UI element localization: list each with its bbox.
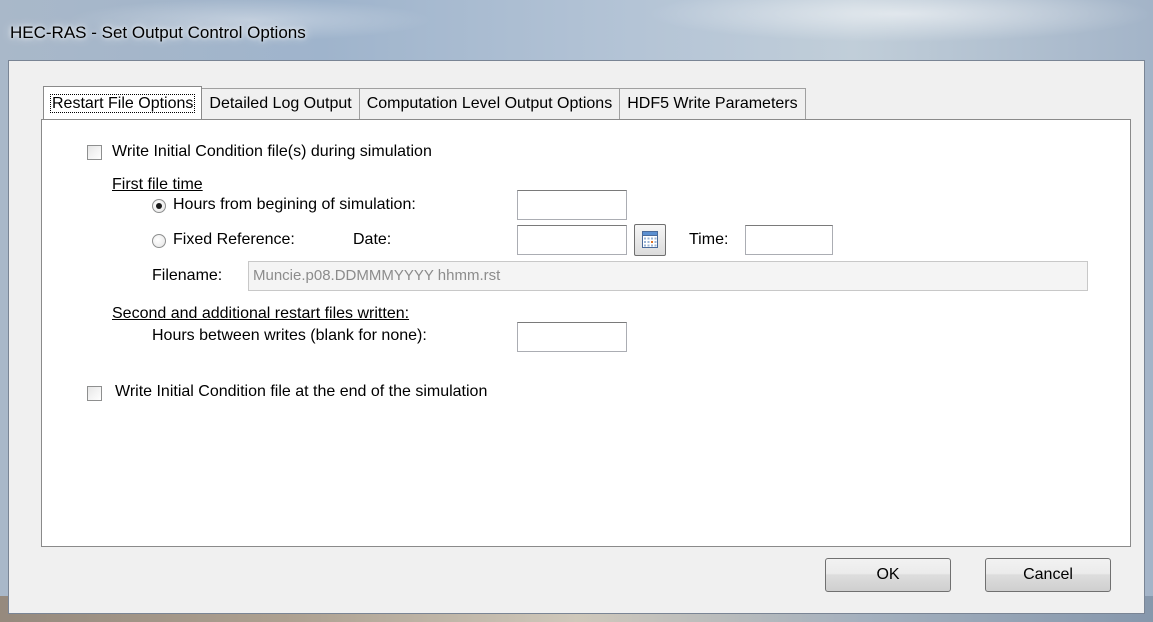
write-ic-at-end-checkbox[interactable] (87, 386, 102, 401)
cancel-button[interactable]: Cancel (985, 558, 1111, 592)
tab-strip: Restart File Options Detailed Log Output… (43, 86, 806, 119)
ok-button[interactable]: OK (825, 558, 951, 592)
first-file-time-heading: First file time (112, 176, 203, 193)
tab-label: Restart File Options (49, 94, 196, 113)
second-restart-files-heading: Second and additional restart files writ… (112, 305, 410, 322)
fixed-reference-label: Fixed Reference: (173, 231, 295, 248)
filename-field: Muncie.p08.DDMMMYYYY hhmm.rst (248, 261, 1088, 291)
date-label: Date: (353, 231, 392, 248)
dialog-client-area: Restart File Options Detailed Log Output… (8, 60, 1145, 614)
restart-options-panel: Write Initial Condition file(s) during s… (41, 119, 1131, 547)
tab-label: Computation Level Output Options (366, 95, 613, 112)
tab-hdf5-write-parameters[interactable]: HDF5 Write Parameters (619, 88, 806, 119)
hours-between-writes-input[interactable] (517, 322, 627, 352)
write-ic-at-end-label: Write Initial Condition file at the end … (115, 383, 488, 400)
write-ic-during-simulation-checkbox[interactable] (87, 145, 102, 160)
hours-from-beginning-radio[interactable] (152, 199, 166, 213)
date-input[interactable] (517, 225, 627, 255)
calendar-button[interactable] (634, 224, 666, 256)
time-input[interactable] (745, 225, 833, 255)
window-title: HEC-RAS - Set Output Control Options (10, 23, 306, 42)
write-ic-during-simulation-label: Write Initial Condition file(s) during s… (112, 143, 432, 160)
tab-label: Detailed Log Output (209, 95, 352, 112)
tab-restart-file-options[interactable]: Restart File Options (43, 86, 203, 119)
tab-label: HDF5 Write Parameters (627, 95, 798, 112)
fixed-reference-radio[interactable] (152, 234, 166, 248)
hours-between-writes-label: Hours between writes (blank for none): (152, 327, 427, 344)
time-label: Time: (689, 231, 729, 248)
calendar-icon (642, 231, 658, 248)
hours-from-beginning-input[interactable] (517, 190, 627, 220)
tab-detailed-log-output[interactable]: Detailed Log Output (201, 88, 360, 119)
tab-computation-level-output-options[interactable]: Computation Level Output Options (358, 88, 621, 119)
filename-label: Filename: (152, 267, 223, 284)
hours-from-beginning-label: Hours from begining of simulation: (173, 196, 416, 213)
